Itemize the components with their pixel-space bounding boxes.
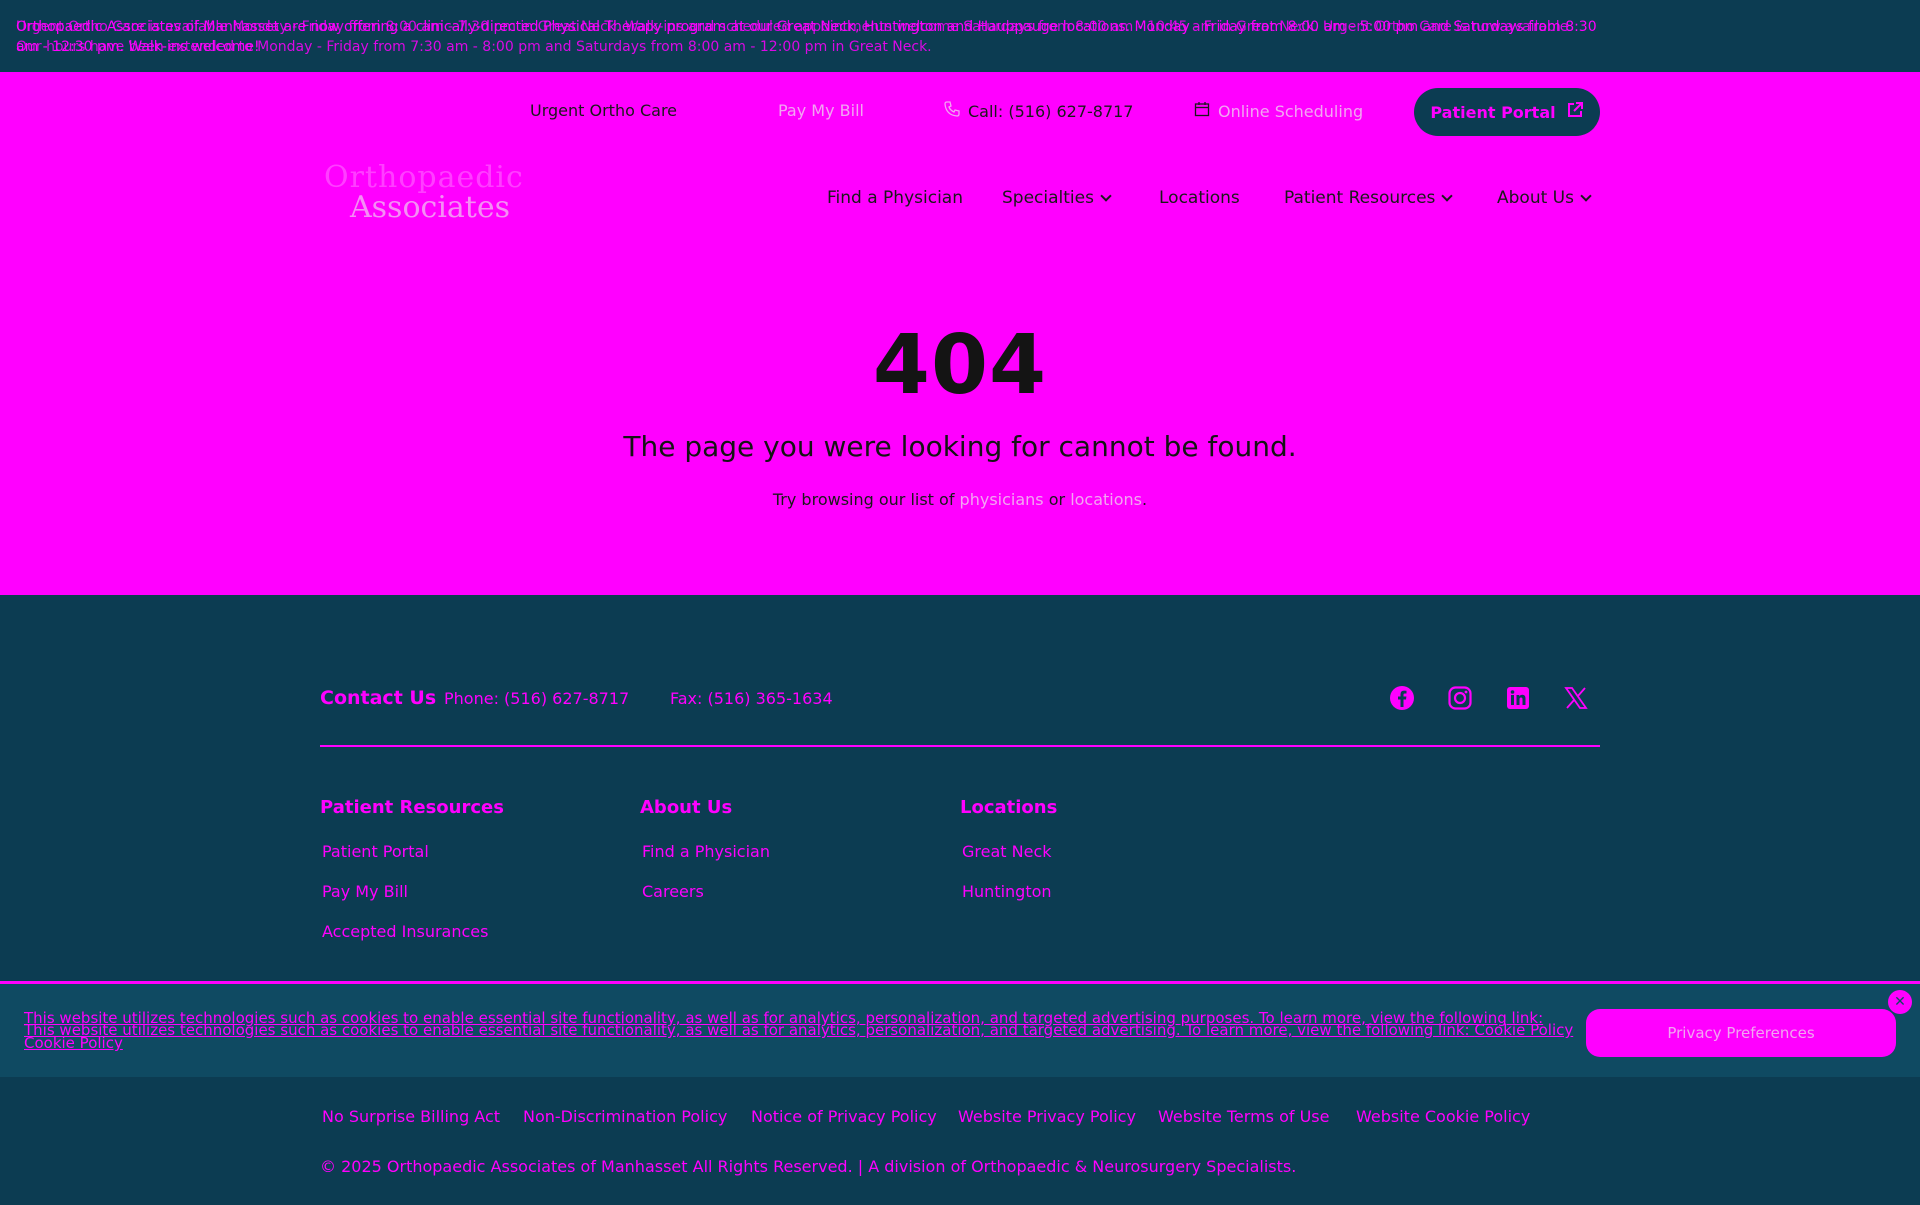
error-code: 404 — [872, 318, 1048, 413]
phone-icon — [944, 101, 960, 121]
cookie-text-2: This website utilizes technologies such … — [24, 1021, 1470, 1039]
external-link-icon — [1566, 101, 1584, 123]
close-icon[interactable]: ✕ — [1888, 990, 1912, 1014]
site-logo[interactable]: Orthopaedic Associates — [324, 160, 523, 225]
chevron-down-icon — [1441, 190, 1454, 202]
nav-label: Specialties — [1002, 188, 1094, 208]
nav-about-us[interactable]: About Us — [1497, 188, 1592, 208]
legal-link-no-surprise[interactable]: No Surprise Billing Act — [322, 1107, 500, 1126]
nav-locations[interactable]: Locations — [1159, 188, 1240, 208]
x-twitter-icon[interactable] — [1562, 684, 1590, 712]
announcement-line: Our hours have been extended to Monday -… — [16, 39, 932, 55]
footer-col-title: Locations — [960, 797, 1058, 818]
facebook-icon[interactable] — [1388, 684, 1416, 712]
legal-link-cookie-policy[interactable]: Website Cookie Policy — [1356, 1107, 1530, 1126]
privacy-preferences-button[interactable]: Privacy Preferences — [1586, 1009, 1896, 1057]
legal-link-website-privacy[interactable]: Website Privacy Policy — [958, 1107, 1136, 1126]
footer-link-careers[interactable]: Careers — [642, 882, 704, 901]
nav-label: About Us — [1497, 188, 1574, 208]
calendar-icon — [1194, 101, 1210, 121]
cookie-policy-link[interactable]: Cookie Policy — [1474, 1021, 1573, 1039]
nav-label: Patient Resources — [1284, 188, 1436, 208]
nav-patient-resources[interactable]: Patient Resources — [1284, 188, 1454, 208]
footer-link-find-physician[interactable]: Find a Physician — [642, 842, 770, 861]
help-end: . — [1142, 490, 1148, 509]
pay-bill-label: Pay My Bill — [778, 101, 864, 120]
footer-link-insurances[interactable]: Accepted Insurances — [322, 922, 488, 941]
nav-label: Find a Physician — [827, 188, 963, 208]
announcement-bar: Orthopaedic Associates of Manhasset are … — [0, 0, 1920, 72]
footer-col-title: Patient Resources — [320, 797, 504, 818]
patient-portal-button[interactable]: Patient Portal — [1414, 88, 1600, 136]
nav-find-physician[interactable]: Find a Physician — [827, 188, 963, 208]
urgent-ortho-care-link[interactable]: Urgent Ortho Care — [530, 101, 677, 120]
legal-link-terms[interactable]: Website Terms of Use — [1158, 1107, 1329, 1126]
footer-link-patient-portal[interactable]: Patient Portal — [322, 842, 429, 861]
error-message: The page you were looking for cannot be … — [623, 430, 1297, 463]
logo-line-2: Associates — [350, 190, 511, 225]
call-link[interactable]: Call: (516) 627-8717 — [944, 101, 1133, 121]
footer-divider — [320, 745, 1600, 747]
call-label: Call: (516) 627-8717 — [968, 101, 1134, 121]
nav-label: Locations — [1159, 188, 1240, 208]
help-or: or — [1048, 490, 1066, 509]
cookie-policy-link-2[interactable]: Cookie Policy — [24, 1034, 123, 1052]
nav-specialties[interactable]: Specialties — [1002, 188, 1112, 208]
pay-bill-link[interactable]: Pay My Bill — [778, 101, 864, 120]
physicians-link[interactable]: physicians — [960, 490, 1044, 509]
cookie-text-overlay: This website utilizes technologies such … — [24, 1022, 1573, 1038]
footer-link-pay-bill[interactable]: Pay My Bill — [322, 882, 408, 901]
footer-link-great-neck[interactable]: Great Neck — [962, 842, 1052, 861]
legal-link-non-discrimination[interactable]: Non-Discrimination Policy — [523, 1107, 727, 1126]
help-prefix: Try browsing our list of — [772, 490, 955, 509]
patient-portal-label: Patient Portal — [1430, 102, 1556, 122]
online-scheduling-label: Online Scheduling — [1218, 101, 1364, 121]
cookie-banner: This website utilizes technologies such … — [0, 981, 1920, 1077]
contact-title: Contact Us — [320, 687, 437, 709]
footer-link-huntington[interactable]: Huntington — [962, 882, 1052, 901]
linkedin-icon[interactable] — [1504, 684, 1532, 712]
announcement-line: Urgent Ortho Care is available Monday - … — [16, 19, 1569, 35]
error-help: Try browsing our list of physicians or l… — [0, 490, 1920, 509]
locations-link[interactable]: locations — [1070, 490, 1142, 509]
footer-phone-link[interactable]: Phone: (516) 627-8717 — [444, 689, 629, 708]
chevron-down-icon — [1100, 190, 1112, 202]
legal-link-notice-privacy[interactable]: Notice of Privacy Policy — [751, 1107, 937, 1126]
footer-col-title: About Us — [640, 797, 733, 818]
chevron-down-icon — [1580, 190, 1592, 202]
copyright: © 2025 Orthopaedic Associates of Manhass… — [320, 1157, 1297, 1176]
urgent-ortho-care-label: Urgent Ortho Care — [530, 101, 678, 120]
instagram-icon[interactable] — [1446, 684, 1474, 712]
online-scheduling-link[interactable]: Online Scheduling — [1194, 101, 1363, 121]
footer-fax: Fax: (516) 365-1634 — [670, 689, 833, 708]
